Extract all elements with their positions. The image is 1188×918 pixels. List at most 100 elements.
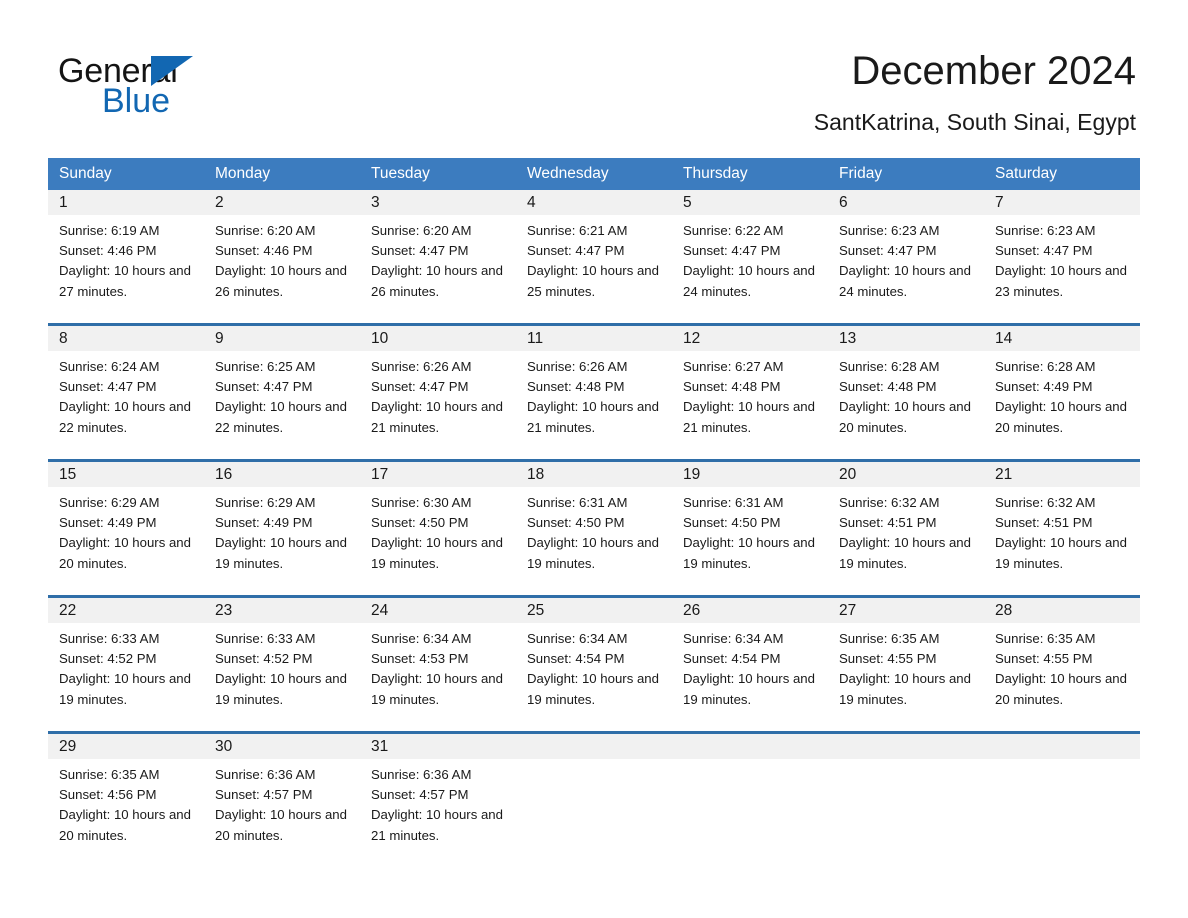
sunset-text: Sunset: 4:52 PM <box>59 651 157 667</box>
day-details: Sunrise: 6:33 AM Sunset: 4:52 PM Dayligh… <box>204 623 360 723</box>
day-number: 7 <box>984 190 1140 215</box>
day-number: 22 <box>48 598 204 623</box>
day-cell[interactable]: 4 Sunrise: 6:21 AM Sunset: 4:47 PM Dayli… <box>516 190 672 315</box>
day-details: Sunrise: 6:34 AM Sunset: 4:54 PM Dayligh… <box>672 623 828 723</box>
day-number <box>672 734 828 759</box>
day-cell[interactable]: 17 Sunrise: 6:30 AM Sunset: 4:50 PM Dayl… <box>360 462 516 587</box>
daylight-text: Daylight: 10 hours and 19 minutes. <box>527 535 659 571</box>
day-cell[interactable]: 11 Sunrise: 6:26 AM Sunset: 4:48 PM Dayl… <box>516 326 672 451</box>
sunrise-text: Sunrise: 6:30 AM <box>371 495 472 510</box>
weekday-header-friday: Friday <box>839 165 883 182</box>
day-number: 24 <box>360 598 516 623</box>
sunset-text: Sunset: 4:46 PM <box>215 243 313 259</box>
daylight-text: Daylight: 10 hours and 21 minutes. <box>371 399 503 435</box>
weekday-header-sunday: Sunday <box>59 165 112 182</box>
daylight-text: Daylight: 10 hours and 19 minutes. <box>839 671 971 707</box>
day-details: Sunrise: 6:32 AM Sunset: 4:51 PM Dayligh… <box>828 487 984 587</box>
sunset-text: Sunset: 4:57 PM <box>371 787 469 803</box>
daylight-text: Daylight: 10 hours and 19 minutes. <box>839 535 971 571</box>
day-cell[interactable]: 18 Sunrise: 6:31 AM Sunset: 4:50 PM Dayl… <box>516 462 672 587</box>
day-number: 13 <box>828 326 984 351</box>
sunset-text: Sunset: 4:48 PM <box>839 379 937 395</box>
day-cell[interactable]: 13 Sunrise: 6:28 AM Sunset: 4:48 PM Dayl… <box>828 326 984 451</box>
day-cell[interactable]: 2 Sunrise: 6:20 AM Sunset: 4:46 PM Dayli… <box>204 190 360 315</box>
day-cell[interactable]: 7 Sunrise: 6:23 AM Sunset: 4:47 PM Dayli… <box>984 190 1140 315</box>
day-number <box>516 734 672 759</box>
day-cell-empty <box>672 734 828 859</box>
day-cell[interactable]: 30 Sunrise: 6:36 AM Sunset: 4:57 PM Dayl… <box>204 734 360 859</box>
day-number: 23 <box>204 598 360 623</box>
day-details: Sunrise: 6:27 AM Sunset: 4:48 PM Dayligh… <box>672 351 828 451</box>
day-cell[interactable]: 14 Sunrise: 6:28 AM Sunset: 4:49 PM Dayl… <box>984 326 1140 451</box>
daylight-text: Daylight: 10 hours and 27 minutes. <box>59 263 191 299</box>
day-number: 30 <box>204 734 360 759</box>
day-number <box>984 734 1140 759</box>
sunset-text: Sunset: 4:47 PM <box>995 243 1093 259</box>
sunset-text: Sunset: 4:51 PM <box>995 515 1093 531</box>
sunset-text: Sunset: 4:47 PM <box>371 243 469 259</box>
day-cell-empty <box>516 734 672 859</box>
day-cell[interactable]: 9 Sunrise: 6:25 AM Sunset: 4:47 PM Dayli… <box>204 326 360 451</box>
sunrise-text: Sunrise: 6:33 AM <box>59 631 160 646</box>
day-number: 16 <box>204 462 360 487</box>
day-cell[interactable]: 25 Sunrise: 6:34 AM Sunset: 4:54 PM Dayl… <box>516 598 672 723</box>
day-cell-empty <box>984 734 1140 859</box>
day-number: 6 <box>828 190 984 215</box>
day-details: Sunrise: 6:34 AM Sunset: 4:54 PM Dayligh… <box>516 623 672 723</box>
day-cell[interactable]: 24 Sunrise: 6:34 AM Sunset: 4:53 PM Dayl… <box>360 598 516 723</box>
sunrise-text: Sunrise: 6:26 AM <box>527 359 628 374</box>
day-details: Sunrise: 6:20 AM Sunset: 4:47 PM Dayligh… <box>360 215 516 315</box>
day-cell[interactable]: 23 Sunrise: 6:33 AM Sunset: 4:52 PM Dayl… <box>204 598 360 723</box>
day-number <box>828 734 984 759</box>
weekday-header-tuesday: Tuesday <box>371 165 430 182</box>
day-cell[interactable]: 28 Sunrise: 6:35 AM Sunset: 4:55 PM Dayl… <box>984 598 1140 723</box>
sunrise-text: Sunrise: 6:34 AM <box>683 631 784 646</box>
day-details: Sunrise: 6:36 AM Sunset: 4:57 PM Dayligh… <box>360 759 516 859</box>
day-cell[interactable]: 6 Sunrise: 6:23 AM Sunset: 4:47 PM Dayli… <box>828 190 984 315</box>
day-number: 1 <box>48 190 204 215</box>
day-details: Sunrise: 6:35 AM Sunset: 4:56 PM Dayligh… <box>48 759 204 859</box>
day-number: 26 <box>672 598 828 623</box>
day-cell[interactable]: 19 Sunrise: 6:31 AM Sunset: 4:50 PM Dayl… <box>672 462 828 587</box>
day-cell[interactable]: 27 Sunrise: 6:35 AM Sunset: 4:55 PM Dayl… <box>828 598 984 723</box>
day-number: 14 <box>984 326 1140 351</box>
day-cell[interactable]: 21 Sunrise: 6:32 AM Sunset: 4:51 PM Dayl… <box>984 462 1140 587</box>
day-cell[interactable]: 1 Sunrise: 6:19 AM Sunset: 4:46 PM Dayli… <box>48 190 204 315</box>
day-cell[interactable]: 12 Sunrise: 6:27 AM Sunset: 4:48 PM Dayl… <box>672 326 828 451</box>
generalblue-logo[interactable]: General Blue <box>58 52 258 122</box>
day-cell[interactable]: 15 Sunrise: 6:29 AM Sunset: 4:49 PM Dayl… <box>48 462 204 587</box>
day-cell[interactable]: 8 Sunrise: 6:24 AM Sunset: 4:47 PM Dayli… <box>48 326 204 451</box>
day-cell[interactable]: 16 Sunrise: 6:29 AM Sunset: 4:49 PM Dayl… <box>204 462 360 587</box>
weekday-header-saturday: Saturday <box>995 165 1058 182</box>
sunset-text: Sunset: 4:50 PM <box>371 515 469 531</box>
day-cell[interactable]: 20 Sunrise: 6:32 AM Sunset: 4:51 PM Dayl… <box>828 462 984 587</box>
day-cell[interactable]: 31 Sunrise: 6:36 AM Sunset: 4:57 PM Dayl… <box>360 734 516 859</box>
day-cell[interactable]: 22 Sunrise: 6:33 AM Sunset: 4:52 PM Dayl… <box>48 598 204 723</box>
daylight-text: Daylight: 10 hours and 26 minutes. <box>371 263 503 299</box>
sunrise-text: Sunrise: 6:36 AM <box>215 767 316 782</box>
calendar-week-row: 22 Sunrise: 6:33 AM Sunset: 4:52 PM Dayl… <box>48 595 1140 723</box>
daylight-text: Daylight: 10 hours and 19 minutes. <box>527 671 659 707</box>
daylight-text: Daylight: 10 hours and 24 minutes. <box>839 263 971 299</box>
day-cell[interactable]: 5 Sunrise: 6:22 AM Sunset: 4:47 PM Dayli… <box>672 190 828 315</box>
daylight-text: Daylight: 10 hours and 23 minutes. <box>995 263 1127 299</box>
logo-text-blue: Blue <box>102 82 171 120</box>
day-details: Sunrise: 6:19 AM Sunset: 4:46 PM Dayligh… <box>48 215 204 315</box>
sunrise-text: Sunrise: 6:31 AM <box>683 495 784 510</box>
sunrise-text: Sunrise: 6:33 AM <box>215 631 316 646</box>
calendar-table: Sunday Monday Tuesday Wednesday Thursday… <box>48 158 1140 859</box>
day-cell[interactable]: 26 Sunrise: 6:34 AM Sunset: 4:54 PM Dayl… <box>672 598 828 723</box>
weekday-header-monday: Monday <box>215 165 271 182</box>
daylight-text: Daylight: 10 hours and 20 minutes. <box>839 399 971 435</box>
sunset-text: Sunset: 4:47 PM <box>839 243 937 259</box>
day-number: 27 <box>828 598 984 623</box>
day-number: 3 <box>360 190 516 215</box>
day-cell[interactable]: 10 Sunrise: 6:26 AM Sunset: 4:47 PM Dayl… <box>360 326 516 451</box>
day-number: 20 <box>828 462 984 487</box>
day-details: Sunrise: 6:28 AM Sunset: 4:48 PM Dayligh… <box>828 351 984 451</box>
day-number: 5 <box>672 190 828 215</box>
day-cell[interactable]: 3 Sunrise: 6:20 AM Sunset: 4:47 PM Dayli… <box>360 190 516 315</box>
day-cell[interactable]: 29 Sunrise: 6:35 AM Sunset: 4:56 PM Dayl… <box>48 734 204 859</box>
day-details: Sunrise: 6:29 AM Sunset: 4:49 PM Dayligh… <box>204 487 360 587</box>
day-number: 11 <box>516 326 672 351</box>
